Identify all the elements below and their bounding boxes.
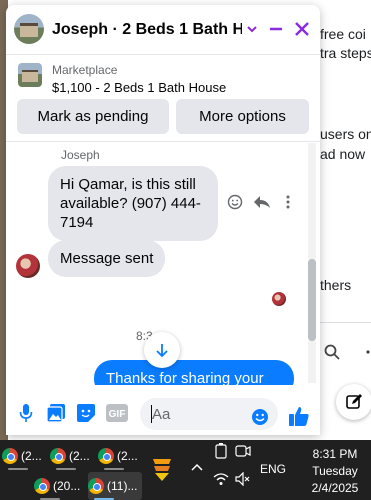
sticker-icon[interactable]: [76, 403, 96, 423]
compose-icon: [346, 394, 362, 409]
bg-snippet: thers: [320, 277, 352, 293]
close-button[interactable]: [290, 17, 314, 41]
taskbar-indicator: [104, 468, 124, 470]
chevron-down-icon[interactable]: [240, 17, 264, 41]
taskbar-indicator: [8, 468, 28, 470]
taskbar-item-label: (2...: [21, 449, 42, 463]
search-icon[interactable]: [324, 344, 340, 363]
listing-avatar[interactable]: [14, 14, 44, 44]
text-cursor: [151, 405, 152, 423]
scroll-to-bottom-button[interactable]: [144, 332, 180, 368]
gif-label: GIF: [109, 409, 126, 420]
chat-window: Joseph · 2 Beds 1 Bath Ho... Marketplace…: [6, 5, 320, 435]
mark-as-pending-button[interactable]: Mark as pending: [17, 99, 169, 134]
clock-time: 8:31 PM: [312, 447, 358, 461]
bg-snippet: free coi: [320, 26, 366, 42]
marketplace-label: Marketplace: [52, 63, 118, 77]
taskbar-item-label: (20...: [53, 479, 81, 493]
volume-muted-icon[interactable]: [234, 470, 252, 488]
seen-avatar: [272, 292, 286, 306]
close-icon: [295, 22, 309, 36]
battery-icon[interactable]: [212, 442, 230, 460]
reply-icon[interactable]: [252, 192, 272, 212]
taskbar-chrome-window[interactable]: (2...: [2, 442, 46, 470]
chat-title[interactable]: Joseph · 2 Beds 1 Bath Ho...: [52, 21, 242, 39]
minimize-icon: [270, 27, 282, 31]
bg-snippet: ad now: [320, 146, 366, 162]
sender-avatar[interactable]: [16, 254, 40, 278]
chrome-icon: [88, 478, 104, 494]
taskbar-item-label: (2...: [117, 449, 138, 463]
chrome-icon: [50, 448, 66, 464]
clock-day: Tuesday: [312, 464, 358, 478]
marketplace-listing[interactable]: Marketplace $1,100 - 2 Beds 1 Bath House: [6, 57, 320, 99]
message-scrollbar[interactable]: [306, 143, 316, 383]
more-options-button[interactable]: More options: [176, 99, 309, 134]
message-more-icon[interactable]: [278, 192, 298, 212]
chrome-icon: [98, 448, 114, 464]
react-icon[interactable]: [225, 192, 245, 212]
language-indicator[interactable]: ENG: [258, 460, 288, 478]
taskbar-chrome-window[interactable]: (2...: [98, 442, 142, 470]
bg-snippet: tra steps: [320, 45, 371, 61]
clock-date: 2/4/2025: [311, 481, 359, 495]
meet-now-icon[interactable]: [234, 442, 252, 460]
app-icon[interactable]: [150, 454, 174, 484]
chrome-icon: [34, 478, 50, 494]
bg-divider: [318, 322, 371, 323]
chrome-icon: [2, 448, 18, 464]
message-bubble-incoming[interactable]: Message sent: [48, 240, 166, 277]
gif-button[interactable]: GIF: [106, 403, 128, 423]
taskbar-item-label: (11)...: [107, 479, 138, 493]
like-icon[interactable]: [288, 405, 310, 427]
message-composer: GIF: [6, 389, 320, 435]
message-bubble-outgoing[interactable]: Thanks for sharing your: [94, 360, 294, 385]
emoji-icon[interactable]: [250, 407, 270, 427]
sender-name: Joseph: [61, 148, 100, 162]
wifi-icon[interactable]: [212, 470, 230, 488]
new-message-button[interactable]: [336, 384, 371, 420]
listing-thumbnail: [18, 63, 42, 87]
message-list[interactable]: Joseph Hi Qamar, is this still available…: [6, 141, 320, 385]
listing-title: $1,100 - 2 Beds 1 Bath House: [52, 80, 227, 95]
more-icon[interactable]: [364, 344, 371, 363]
bg-snippet: users onl: [320, 126, 371, 142]
taskbar-chrome-window[interactable]: (20...: [34, 472, 84, 500]
message-bubble-incoming[interactable]: Hi Qamar, is this still available? (907)…: [48, 166, 218, 241]
system-clock[interactable]: 8:31 PM Tuesday 2/4/2025: [302, 446, 368, 497]
taskbar-chrome-window[interactable]: (2...: [50, 442, 94, 470]
gif-icon: GIF: [106, 404, 128, 422]
taskbar-indicator: [56, 468, 76, 470]
scrollbar-thumb[interactable]: [308, 259, 316, 341]
taskbar-chrome-window-active[interactable]: (11)...: [88, 472, 142, 500]
chevron-up-icon[interactable]: [188, 458, 206, 476]
arrow-down-icon: [156, 344, 168, 358]
microphone-icon[interactable]: [16, 403, 36, 423]
taskbar-item-label: (2...: [69, 449, 90, 463]
minimize-button[interactable]: [264, 17, 288, 41]
chat-header[interactable]: Joseph · 2 Beds 1 Bath Ho...: [6, 5, 320, 55]
photo-icon[interactable]: [46, 403, 66, 423]
